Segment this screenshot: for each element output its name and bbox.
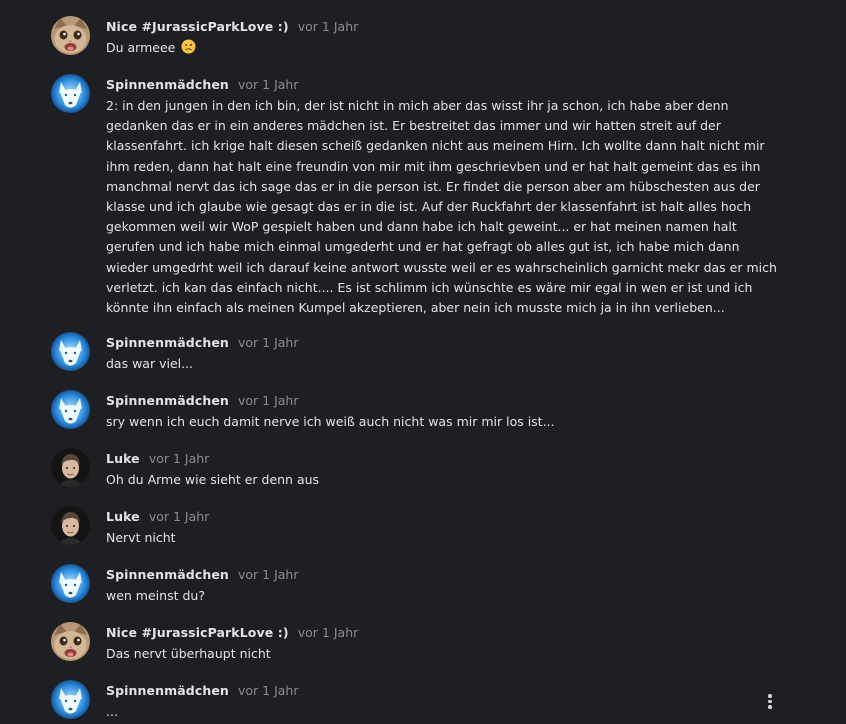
timestamp: vor 1 Jahr xyxy=(148,509,210,524)
comment-text: Nervt nicht xyxy=(106,528,766,548)
timestamp: vor 1 Jahr xyxy=(238,393,299,408)
comment-header: Nice #JurassicParkLove :) vor 1 Jahr xyxy=(106,622,358,640)
comment-text: wen meinst du? xyxy=(106,586,766,606)
menu-dot xyxy=(768,694,772,698)
timestamp: vor 1 Jahr xyxy=(238,683,299,698)
cat-avatar[interactable] xyxy=(51,622,90,661)
timestamp: vor 1 Jahr xyxy=(297,19,359,34)
author-name[interactable]: Spinnenmädchen xyxy=(106,683,229,698)
person-avatar[interactable] xyxy=(51,506,90,545)
wolf-avatar[interactable] xyxy=(51,74,90,113)
wolf-avatar[interactable] xyxy=(51,332,90,371)
comment-text: ... xyxy=(106,702,766,722)
comment-line: Du armeee xyxy=(106,40,176,55)
comment-line: ... xyxy=(106,704,118,719)
comment-line: klasse und ich glaube wie gesagt das er … xyxy=(106,199,752,215)
comment-header: Spinnenmädchen vor 1 Jahr xyxy=(106,390,299,408)
comment-header: Spinnenmädchen vor 1 Jahr xyxy=(106,680,299,698)
menu-dot xyxy=(768,699,772,703)
timestamp: vor 1 Jahr xyxy=(297,625,359,640)
comment-line: wen meinst du? xyxy=(106,588,205,603)
timestamp: vor 1 Jahr xyxy=(148,451,210,466)
cat-avatar[interactable] xyxy=(51,16,90,55)
comment-feed: Nice #JurassicParkLove :) vor 1 Jahr Du … xyxy=(0,0,846,724)
author-name[interactable]: Luke xyxy=(106,509,140,524)
author-name[interactable]: Spinnenmädchen xyxy=(106,567,229,582)
comment-text: sry wenn ich euch damit nerve ich weiß a… xyxy=(106,412,766,432)
comment-line: klassenfahrt. ich krige halt diesen sche… xyxy=(106,138,765,154)
comment-line: Nervt nicht xyxy=(106,530,176,545)
wolf-avatar[interactable] xyxy=(51,390,90,429)
comment-text: Du armeee xyxy=(106,38,766,58)
comment-header: Spinnenmädchen vor 1 Jahr xyxy=(106,332,299,350)
wolf-avatar[interactable] xyxy=(51,564,90,603)
timestamp: vor 1 Jahr xyxy=(238,77,299,92)
comment-header: Luke vor 1 Jahr xyxy=(106,506,209,524)
comment-line: 2: in den jungen in den ich bin, der ist… xyxy=(106,98,729,113)
author-name[interactable]: Luke xyxy=(106,451,140,466)
comment-line: gerufen und ich habe mich einmal umgeder… xyxy=(106,239,740,255)
comment-line: sry wenn ich euch damit nerve ich weiß a… xyxy=(106,414,555,429)
comment-text: 2: in den jungen in den ich bin, der ist… xyxy=(106,96,777,318)
comment-line: Das nervt überhaupt nicht xyxy=(106,646,271,661)
author-name[interactable]: Spinnenmädchen xyxy=(106,77,229,92)
sad-face-emoji xyxy=(181,39,196,54)
comment-line: Oh du Arme wie sieht er denn aus xyxy=(106,472,320,487)
comment-line: gedanken das er in ein anderes mädchen i… xyxy=(106,118,721,134)
comment-line: verletzt. ich kan das einfach nicht.... … xyxy=(106,279,753,295)
comment-header: Spinnenmädchen vor 1 Jahr xyxy=(106,564,299,582)
author-name[interactable]: Spinnenmädchen xyxy=(106,393,229,408)
comment-text: Oh du Arme wie sieht er denn aus xyxy=(106,470,766,490)
person-avatar[interactable] xyxy=(51,448,90,487)
comment-line: könnte ihn einfach als meinen Kumpel akz… xyxy=(106,300,725,316)
comment-line: das war viel... xyxy=(106,356,194,371)
timestamp: vor 1 Jahr xyxy=(238,567,299,582)
wolf-avatar[interactable] xyxy=(51,680,90,719)
comment-text: Das nervt überhaupt nicht xyxy=(106,644,766,664)
comment-header: Spinnenmädchen vor 1 Jahr xyxy=(106,74,299,92)
comment-text: das war viel... xyxy=(106,354,766,374)
menu-dot xyxy=(768,705,772,709)
comment-line: wieder umgedrht weil ich darauf keine an… xyxy=(106,259,777,275)
comment-line: ihm reden, dann hat halt eine freundin v… xyxy=(106,158,761,174)
timestamp: vor 1 Jahr xyxy=(238,335,299,350)
comment-line: gekommen weil wir WoP gespielt haben und… xyxy=(106,219,737,235)
comment-header: Luke vor 1 Jahr xyxy=(106,448,209,466)
vertical-dots-icon[interactable] xyxy=(761,692,779,710)
author-name[interactable]: Spinnenmädchen xyxy=(106,335,229,350)
comment-line: manchmal nervt das ich sage das er in di… xyxy=(106,178,760,194)
comment-header: Nice #JurassicParkLove :) vor 1 Jahr xyxy=(106,16,358,34)
author-name[interactable]: Nice #JurassicParkLove :) xyxy=(106,19,289,34)
author-name[interactable]: Nice #JurassicParkLove :) xyxy=(106,625,289,640)
